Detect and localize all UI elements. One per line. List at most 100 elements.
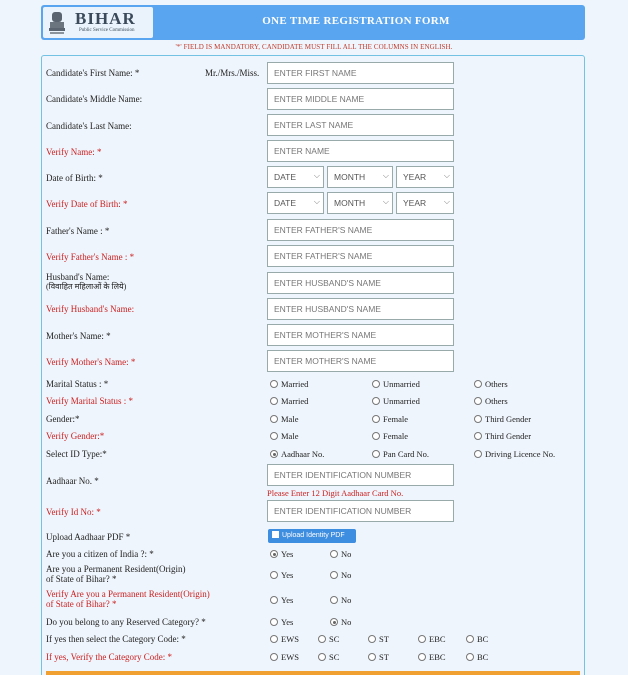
radio-label: Married	[281, 379, 309, 389]
verify-husband-name-label: Verify Husband's Name:	[46, 304, 135, 314]
verify-gender-female-radio[interactable]: Female	[372, 431, 408, 441]
radio-label: Female	[383, 414, 409, 424]
radio-icon	[368, 653, 376, 661]
radio-icon	[270, 596, 278, 604]
radio-icon	[372, 415, 380, 423]
verify-gender-third-radio[interactable]: Third Gender	[474, 431, 531, 441]
radio-label: No	[341, 617, 352, 627]
verify-name-label: Verify Name: *	[46, 147, 102, 157]
dob-date-select[interactable]: DATE ⌵	[267, 166, 324, 188]
husband-name-label: Husband's Name:	[46, 272, 110, 282]
radio-icon	[330, 571, 338, 579]
aadhaar-label: Aadhaar No. *	[46, 476, 99, 486]
first-name-input[interactable]: ENTER FIRST NAME	[267, 62, 454, 84]
reserved-label: Do you belong to any Reserved Category? …	[46, 617, 206, 627]
verify-id-input[interactable]: ENTER IDENTIFICATION NUMBER	[267, 500, 454, 522]
radio-icon	[270, 550, 278, 558]
middle-name-input[interactable]: ENTER MIDDLE NAME	[267, 88, 454, 110]
radio-icon	[270, 415, 278, 423]
dob-label: Date of Birth: *	[46, 173, 103, 183]
aadhaar-error: Please Enter 12 Digit Aadhaar Card No.	[267, 488, 404, 498]
radio-label: EWS	[281, 652, 299, 662]
radio-icon	[330, 618, 338, 626]
verify-mother-name-input[interactable]: ENTER MOTHER'S NAME	[267, 350, 454, 372]
verify-father-name-input[interactable]: ENTER FATHER'S NAME	[267, 245, 454, 267]
verify-dob-date-select[interactable]: DATE ⌵	[267, 192, 324, 214]
radio-label: SC	[329, 652, 340, 662]
verify-category-ebc-radio[interactable]: EBC	[418, 652, 446, 662]
verify-dob-month-select[interactable]: MONTH ⌵	[327, 192, 393, 214]
verify-dob-year-select[interactable]: YEAR ⌵	[396, 192, 454, 214]
radio-icon	[270, 653, 278, 661]
radio-label: Yes	[281, 570, 294, 580]
brand-subtitle: Public Service Commission	[79, 28, 135, 33]
category-label: If yes then select the Category Code: *	[46, 634, 186, 644]
chevron-down-icon: ⌵	[382, 171, 389, 180]
verify-marital-unmarried-radio[interactable]: Unmarried	[372, 396, 420, 406]
verify-category-sc-radio[interactable]: SC	[318, 652, 339, 662]
reserved-yes-radio[interactable]: Yes	[270, 617, 293, 627]
verify-husband-name-input[interactable]: ENTER HUSBAND'S NAME	[267, 298, 454, 320]
verify-resident-no-radio[interactable]: No	[330, 595, 351, 605]
radio-label: Male	[281, 414, 299, 424]
verify-gender-label: Verify Gender:*	[46, 431, 105, 441]
radio-icon	[270, 635, 278, 643]
citizen-yes-radio[interactable]: Yes	[270, 549, 293, 559]
resident-yes-radio[interactable]: Yes	[270, 570, 293, 580]
mother-name-input[interactable]: ENTER MOTHER'S NAME	[267, 324, 454, 346]
aadhaar-input[interactable]: ENTER IDENTIFICATION NUMBER	[267, 464, 454, 486]
resident-no-radio[interactable]: No	[330, 570, 351, 580]
radio-label: ST	[379, 634, 389, 644]
radio-label: Female	[383, 431, 409, 441]
chevron-down-icon: ⌵	[443, 197, 450, 206]
id-type-label: Select ID Type:*	[46, 449, 107, 459]
verify-category-ews-radio[interactable]: EWS	[270, 652, 299, 662]
radio-label: Male	[281, 431, 299, 441]
radio-label: Yes	[281, 617, 294, 627]
category-st-radio[interactable]: ST	[368, 634, 389, 644]
upload-identity-pdf-button[interactable]: Upload Identity PDF	[268, 529, 356, 543]
verify-marital-others-radio[interactable]: Others	[474, 396, 508, 406]
last-name-input[interactable]: ENTER LAST NAME	[267, 114, 454, 136]
mandatory-notice: '*' FIELD IS MANDATORY, CANDIDATE MUST F…	[175, 43, 453, 51]
upload-label: Upload Aadhaar PDF *	[46, 532, 131, 542]
select-value: MONTH	[334, 172, 366, 182]
category-sc-radio[interactable]: SC	[318, 634, 339, 644]
verify-id-label: Verify Id No: *	[46, 507, 101, 517]
category-ews-radio[interactable]: EWS	[270, 634, 299, 644]
radio-icon	[270, 380, 278, 388]
radio-label: No	[341, 549, 352, 559]
dob-month-select[interactable]: MONTH ⌵	[327, 166, 393, 188]
verify-gender-male-radio[interactable]: Male	[270, 431, 298, 441]
radio-icon	[270, 450, 278, 458]
select-value: MONTH	[334, 198, 366, 208]
gender-third-radio[interactable]: Third Gender	[474, 414, 531, 424]
dob-year-select[interactable]: YEAR ⌵	[396, 166, 454, 188]
gender-male-radio[interactable]: Male	[270, 414, 298, 424]
marital-married-radio[interactable]: Married	[270, 379, 308, 389]
husband-name-input[interactable]: ENTER HUSBAND'S NAME	[267, 272, 454, 294]
radio-label: Unmarried	[383, 379, 420, 389]
verify-resident-label-line2: of State of Bihar? *	[46, 599, 117, 609]
category-bc-radio[interactable]: BC	[466, 634, 488, 644]
verify-name-input[interactable]: ENTER NAME	[267, 140, 454, 162]
reserved-no-radio[interactable]: No	[330, 617, 351, 627]
radio-icon	[270, 618, 278, 626]
marital-unmarried-radio[interactable]: Unmarried	[372, 379, 420, 389]
verify-category-st-radio[interactable]: ST	[368, 652, 389, 662]
section-divider	[46, 671, 580, 675]
marital-others-radio[interactable]: Others	[474, 379, 508, 389]
id-type-dl-radio[interactable]: Driving Licence No.	[474, 449, 555, 459]
father-name-input[interactable]: ENTER FATHER'S NAME	[267, 219, 454, 241]
verify-category-bc-radio[interactable]: BC	[466, 652, 488, 662]
gender-female-radio[interactable]: Female	[372, 414, 408, 424]
category-ebc-radio[interactable]: EBC	[418, 634, 446, 644]
verify-marital-married-radio[interactable]: Married	[270, 396, 308, 406]
id-type-aadhaar-radio[interactable]: Aadhaar No.	[270, 449, 324, 459]
citizen-no-radio[interactable]: No	[330, 549, 351, 559]
verify-resident-yes-radio[interactable]: Yes	[270, 595, 293, 605]
radio-label: ST	[379, 652, 389, 662]
logo: BIHAR Public Service Commission	[43, 7, 153, 38]
radio-icon	[270, 397, 278, 405]
id-type-pan-radio[interactable]: Pan Card No.	[372, 449, 429, 459]
